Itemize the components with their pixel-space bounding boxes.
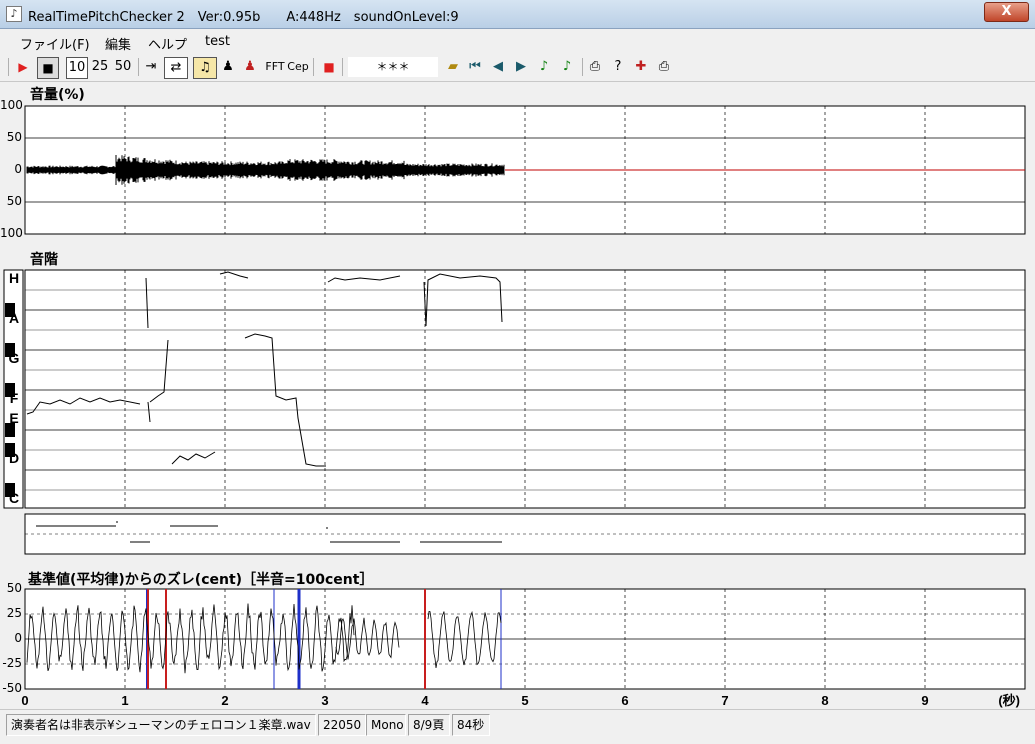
window-title: RealTimePitchChecker 2 Ver:0.95b A:448Hz…	[28, 10, 459, 25]
open-folder-icon[interactable]: ▰	[444, 57, 462, 77]
instrument-icon[interactable]: ♫	[193, 57, 217, 79]
status-pages: 8/9頁	[408, 714, 450, 736]
note-alt-icon[interactable]: ♪	[558, 57, 576, 77]
note-label: E	[9, 410, 18, 426]
status-rate: 22050	[318, 714, 366, 736]
note-label: D	[9, 450, 19, 466]
toolbar-separator	[313, 58, 314, 76]
loop-icon[interactable]: ⇄	[164, 57, 188, 79]
jump-end-icon[interactable]: ⇥	[142, 57, 160, 77]
menu-test[interactable]: test	[205, 34, 230, 49]
status-channels: Mono	[366, 714, 406, 736]
help-icon[interactable]: ?	[609, 57, 627, 77]
chart-area: 音量(%) 100 50 0 50 100 音階 基準値(平均律)からのズレ(c…	[0, 82, 1035, 709]
marker-icon[interactable]: ✚	[632, 57, 650, 77]
time-tick: 9	[921, 693, 928, 708]
stop-icon[interactable]: ■	[37, 57, 59, 79]
time-unit: (秒)	[998, 693, 1020, 708]
toolbar-separator	[8, 58, 9, 76]
fft-button[interactable]: FFT	[263, 57, 287, 77]
time-tick: 6	[621, 693, 628, 708]
close-button[interactable]: X	[984, 2, 1029, 22]
title-bar: ♪ RealTimePitchChecker 2 Ver:0.95b A:448…	[0, 0, 1035, 29]
person-icon[interactable]: ♟	[219, 57, 237, 77]
prev-icon[interactable]: ◀	[489, 57, 507, 77]
menu-help[interactable]: ヘルプ	[148, 34, 187, 53]
note-label: C	[9, 490, 19, 506]
toolbar-separator	[138, 58, 139, 76]
note-label: F	[10, 390, 19, 406]
speed-25-button[interactable]: 25	[90, 57, 110, 77]
time-tick: 0	[21, 693, 28, 708]
plots-svg: H A G FE D C 0 1 2 3 4 5 6 7 8 9 (秒)	[3, 105, 1026, 708]
menu-file[interactable]: ファイル(F)	[20, 34, 90, 53]
skip-start-icon[interactable]: ⏮	[466, 57, 484, 77]
status-bar: 演奏者名は非表示¥シューマンのチェロコン１楽章.wav 22050 Mono 8…	[0, 709, 1035, 744]
time-tick: 2	[221, 693, 228, 708]
menu-edit[interactable]: 編集	[105, 34, 131, 53]
time-tick: 5	[521, 693, 528, 708]
cep-button[interactable]: Cep	[287, 57, 309, 77]
time-tick: 1	[121, 693, 128, 708]
speed-50-button[interactable]: 50	[113, 57, 133, 77]
speed-10-button[interactable]: 10	[66, 57, 88, 79]
person-red-icon[interactable]: ♟	[241, 57, 259, 77]
time-tick: 4	[421, 693, 429, 708]
app-icon: ♪	[6, 6, 22, 22]
note-label: H	[9, 270, 19, 286]
status-seconds: 84秒	[452, 714, 490, 736]
print-icon[interactable]: ⎙	[586, 57, 604, 77]
display-field: ＊＊＊	[348, 57, 438, 77]
time-tick: 7	[721, 693, 728, 708]
note-label: A	[9, 310, 19, 326]
time-tick: 8	[821, 693, 828, 708]
toolbar: ▶ ■ 10 25 50 ⇥ ⇄ ♫ ♟ ♟ FFT Cep ■ ＊＊＊ ▰ ⏮…	[0, 53, 1035, 82]
note-label: G	[9, 350, 20, 366]
scale-plot-frame	[24, 269, 1026, 509]
menu-bar: ファイル(F) 編集 ヘルプ test	[0, 29, 1035, 53]
next-icon[interactable]: ▶	[512, 57, 530, 77]
toolbar-separator	[582, 58, 583, 76]
status-filename: 演奏者名は非表示¥シューマンのチェロコン１楽章.wav	[6, 714, 316, 736]
toolbar-separator	[342, 58, 343, 76]
note-icon[interactable]: ♪	[535, 57, 553, 77]
time-tick: 3	[321, 693, 328, 708]
record-icon[interactable]: ■	[320, 57, 338, 77]
play-icon[interactable]: ▶	[14, 57, 32, 77]
print-alt-icon[interactable]: ⎙	[655, 57, 673, 77]
